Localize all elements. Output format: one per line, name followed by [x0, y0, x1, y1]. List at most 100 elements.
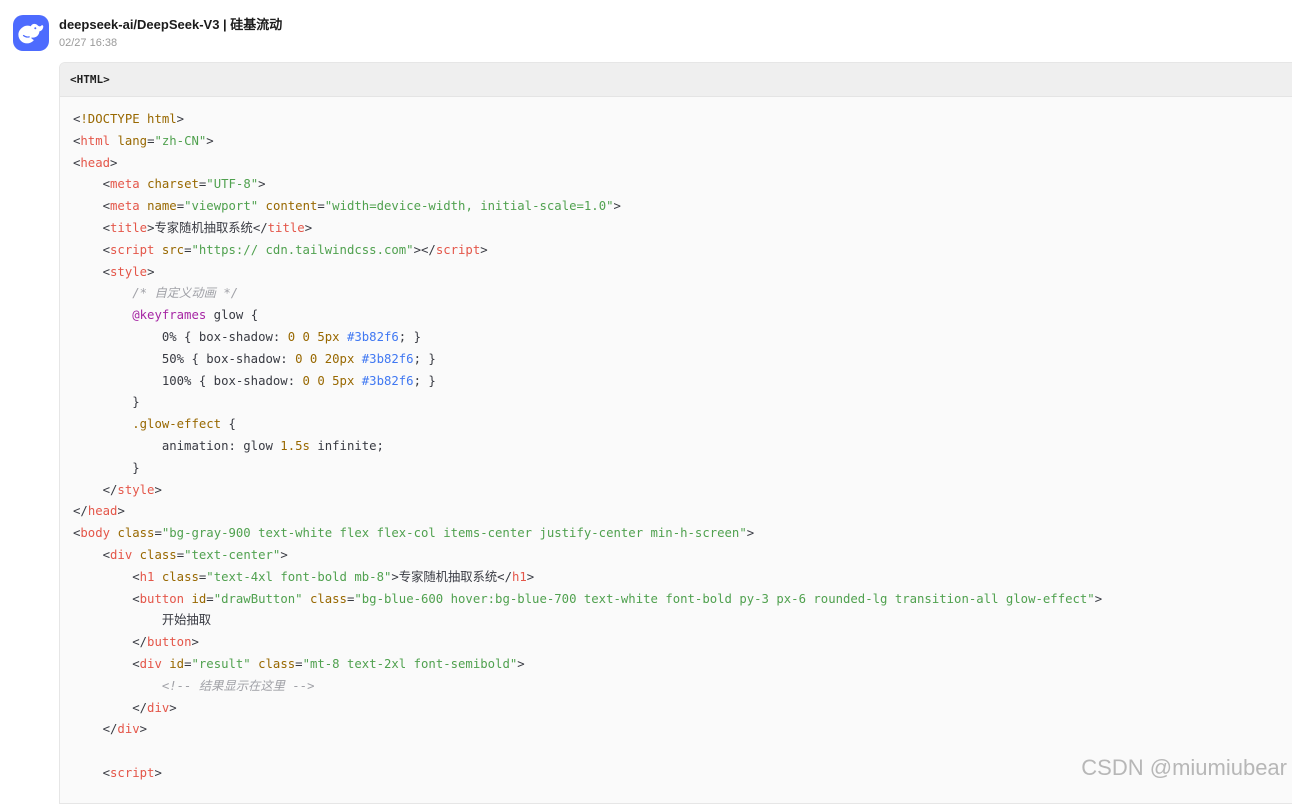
code-token: 20px: [325, 352, 355, 366]
code-token: #3b82f6: [347, 330, 399, 344]
code-line: <button id="drawButton" class="bg-blue-6…: [73, 589, 1292, 611]
code-line: </button>: [73, 632, 1292, 654]
code-token: <: [73, 265, 110, 279]
code-line: animation: glow 1.5s infinite;: [73, 436, 1292, 458]
code-token: head: [88, 504, 118, 518]
code-token: [295, 330, 302, 344]
code-token: [154, 243, 161, 257]
code-token: >: [747, 526, 754, 540]
code-token: <: [73, 570, 140, 584]
code-token: =: [154, 526, 161, 540]
code-token: class: [140, 548, 177, 562]
code-token: </: [73, 722, 117, 736]
avatar[interactable]: [13, 15, 49, 51]
code-token: class: [162, 570, 199, 584]
code-token: <: [73, 592, 140, 606]
code-token: meta: [110, 177, 140, 191]
code-token: 0: [303, 374, 310, 388]
code-token: /* 自定义动画 */: [132, 286, 238, 300]
code-token: >: [280, 548, 287, 562]
code-token: [73, 308, 132, 322]
code-token: [140, 112, 147, 126]
code-token: >: [517, 657, 524, 671]
code-line: <div id="result" class="mt-8 text-2xl fo…: [73, 654, 1292, 676]
code-token: [73, 286, 132, 300]
code-token: [140, 199, 147, 213]
code-token: "width=device-width, initial-scale=1.0": [325, 199, 614, 213]
code-line: <meta name="viewport" content="width=dev…: [73, 196, 1292, 218]
code-token: >: [1095, 592, 1102, 606]
code-token: script: [110, 243, 154, 257]
code-token: "drawButton": [214, 592, 303, 606]
code-token: >: [614, 199, 621, 213]
code-token: body: [80, 526, 110, 540]
code-token: style: [117, 483, 154, 497]
code-token: "viewport": [184, 199, 258, 213]
message-title: deepseek-ai/DeepSeek-V3 | 硅基流动: [59, 14, 282, 33]
code-token: ; }: [414, 352, 436, 366]
code-token: >: [206, 134, 213, 148]
code-token: <: [73, 199, 110, 213]
code-token: >: [154, 766, 161, 780]
code-token: >: [305, 221, 312, 235]
code-token: div: [140, 657, 162, 671]
code-token: @keyframes: [132, 308, 206, 322]
code-token: "UTF-8": [206, 177, 258, 191]
code-token: =: [177, 199, 184, 213]
code-token: "text-center": [184, 548, 280, 562]
code-token: [73, 679, 162, 693]
code-line: @keyframes glow {: [73, 305, 1292, 327]
code-token: [340, 330, 347, 344]
code-token: >: [110, 156, 117, 170]
code-line: <h1 class="text-4xl font-bold mb-8">专家随机…: [73, 567, 1292, 589]
code-content[interactable]: <!DOCTYPE html><html lang="zh-CN"><head>…: [60, 97, 1292, 785]
code-token: >专家随机抽取系统</: [147, 221, 268, 235]
code-token: !DOCTYPE: [80, 112, 139, 126]
code-token: [73, 417, 132, 431]
code-token: [258, 199, 265, 213]
code-line: /* 自定义动画 */: [73, 283, 1292, 305]
code-line: <title>专家随机抽取系统</title>: [73, 218, 1292, 240]
code-token: button: [147, 635, 191, 649]
code-token: 0% { box-shadow:: [73, 330, 288, 344]
code-token: <: [73, 243, 110, 257]
code-token: 100% { box-shadow:: [73, 374, 303, 388]
code-token: 5px: [332, 374, 354, 388]
code-line: <!DOCTYPE html>: [73, 109, 1292, 131]
code-token: "result": [191, 657, 250, 671]
code-token: >: [258, 177, 265, 191]
code-token: button: [140, 592, 184, 606]
code-line: </head>: [73, 501, 1292, 523]
code-token: "bg-gray-900 text-white flex flex-col it…: [162, 526, 747, 540]
code-token: [354, 352, 361, 366]
code-token: animation: glow: [73, 439, 280, 453]
code-token: src: [162, 243, 184, 257]
code-token: [251, 657, 258, 671]
code-line: </div>: [73, 698, 1292, 720]
code-token: meta: [110, 199, 140, 213]
code-line: <head>: [73, 153, 1292, 175]
code-token: 0: [317, 374, 324, 388]
code-token: h1: [512, 570, 527, 584]
code-token: 50% { box-shadow:: [73, 352, 295, 366]
code-token: >专家随机抽取系统</: [391, 570, 512, 584]
code-token: =: [317, 199, 324, 213]
code-token: "mt-8 text-2xl font-semibold": [303, 657, 518, 671]
code-token: glow {: [206, 308, 258, 322]
code-token: <!-- 结果显示在这里 -->: [162, 679, 315, 693]
code-token: 5px: [317, 330, 339, 344]
code-token: <: [73, 766, 110, 780]
code-token: </: [73, 504, 88, 518]
code-token: 0: [303, 330, 310, 344]
code-line: <script src="https:// cdn.tailwindcss.co…: [73, 240, 1292, 262]
code-token: content: [266, 199, 318, 213]
code-token: [154, 570, 161, 584]
code-line: .glow-effect {: [73, 414, 1292, 436]
code-token: "bg-blue-600 hover:bg-blue-700 text-whit…: [354, 592, 1094, 606]
code-token: >: [480, 243, 487, 257]
code-line: 100% { box-shadow: 0 0 5px #3b82f6; }: [73, 371, 1292, 393]
code-token: head: [80, 156, 110, 170]
code-token: name: [147, 199, 177, 213]
code-token: >: [147, 265, 154, 279]
code-token: >: [191, 635, 198, 649]
